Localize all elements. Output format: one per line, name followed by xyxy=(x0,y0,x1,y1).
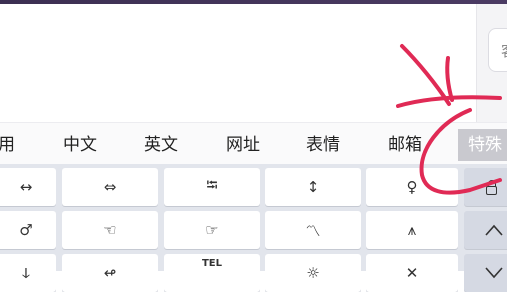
symbol-key[interactable]: ✕ xyxy=(366,254,458,292)
symbol-key[interactable]: ☼ xyxy=(265,254,361,292)
lock-key[interactable] xyxy=(464,168,507,206)
symbol-key[interactable]: TEL xyxy=(164,254,260,292)
tab-url[interactable]: 网址 xyxy=(226,133,260,157)
symbol-key[interactable]: ⩚ xyxy=(366,211,458,249)
symbol-key[interactable]: ♂ xyxy=(0,211,56,249)
symbol-key[interactable]: ☜ xyxy=(62,211,158,249)
symbol-key[interactable]: 〽 xyxy=(265,211,361,249)
symbol-key[interactable]: ↔ xyxy=(0,168,56,206)
tab-english[interactable]: 英文 xyxy=(144,133,178,157)
symbol-key[interactable]: ☞ xyxy=(164,211,260,249)
symbol-key[interactable]: ⭾ xyxy=(164,168,260,206)
symbol-key[interactable]: ♀ xyxy=(366,168,458,206)
symbol-category-tabs: 用 中文 英文 网址 表情 邮箱 特殊 xyxy=(0,122,507,165)
tab-emoji[interactable]: 表情 xyxy=(306,133,340,157)
page-down-key[interactable] xyxy=(464,254,507,292)
side-candidate-label: 客 xyxy=(501,41,507,61)
symbol-key[interactable]: ↕ xyxy=(265,168,361,206)
symbol-key[interactable]: ⇔ xyxy=(62,168,158,206)
side-candidate-button[interactable]: 客 xyxy=(488,28,507,72)
chevron-up-icon xyxy=(485,224,503,236)
tab-email[interactable]: 邮箱 xyxy=(388,133,422,157)
symbol-keyboard: ↔ ⇔ ⭾ ↕ ♀ ♂ ☜ ☞ 〽 ⩚ ↆ ↫ TEL ☼ ✕ xyxy=(0,164,507,292)
tab-chinese[interactable]: 中文 xyxy=(63,133,97,157)
symbol-key[interactable]: ↆ xyxy=(0,254,56,292)
tab-special[interactable]: 特殊 xyxy=(458,129,507,161)
tab-common[interactable]: 用 xyxy=(0,133,15,157)
page-up-key[interactable] xyxy=(464,211,507,249)
symbol-key[interactable]: ↫ xyxy=(62,254,158,292)
text-input-area[interactable] xyxy=(0,4,476,122)
chevron-down-icon xyxy=(485,267,503,279)
lock-icon xyxy=(485,179,497,195)
